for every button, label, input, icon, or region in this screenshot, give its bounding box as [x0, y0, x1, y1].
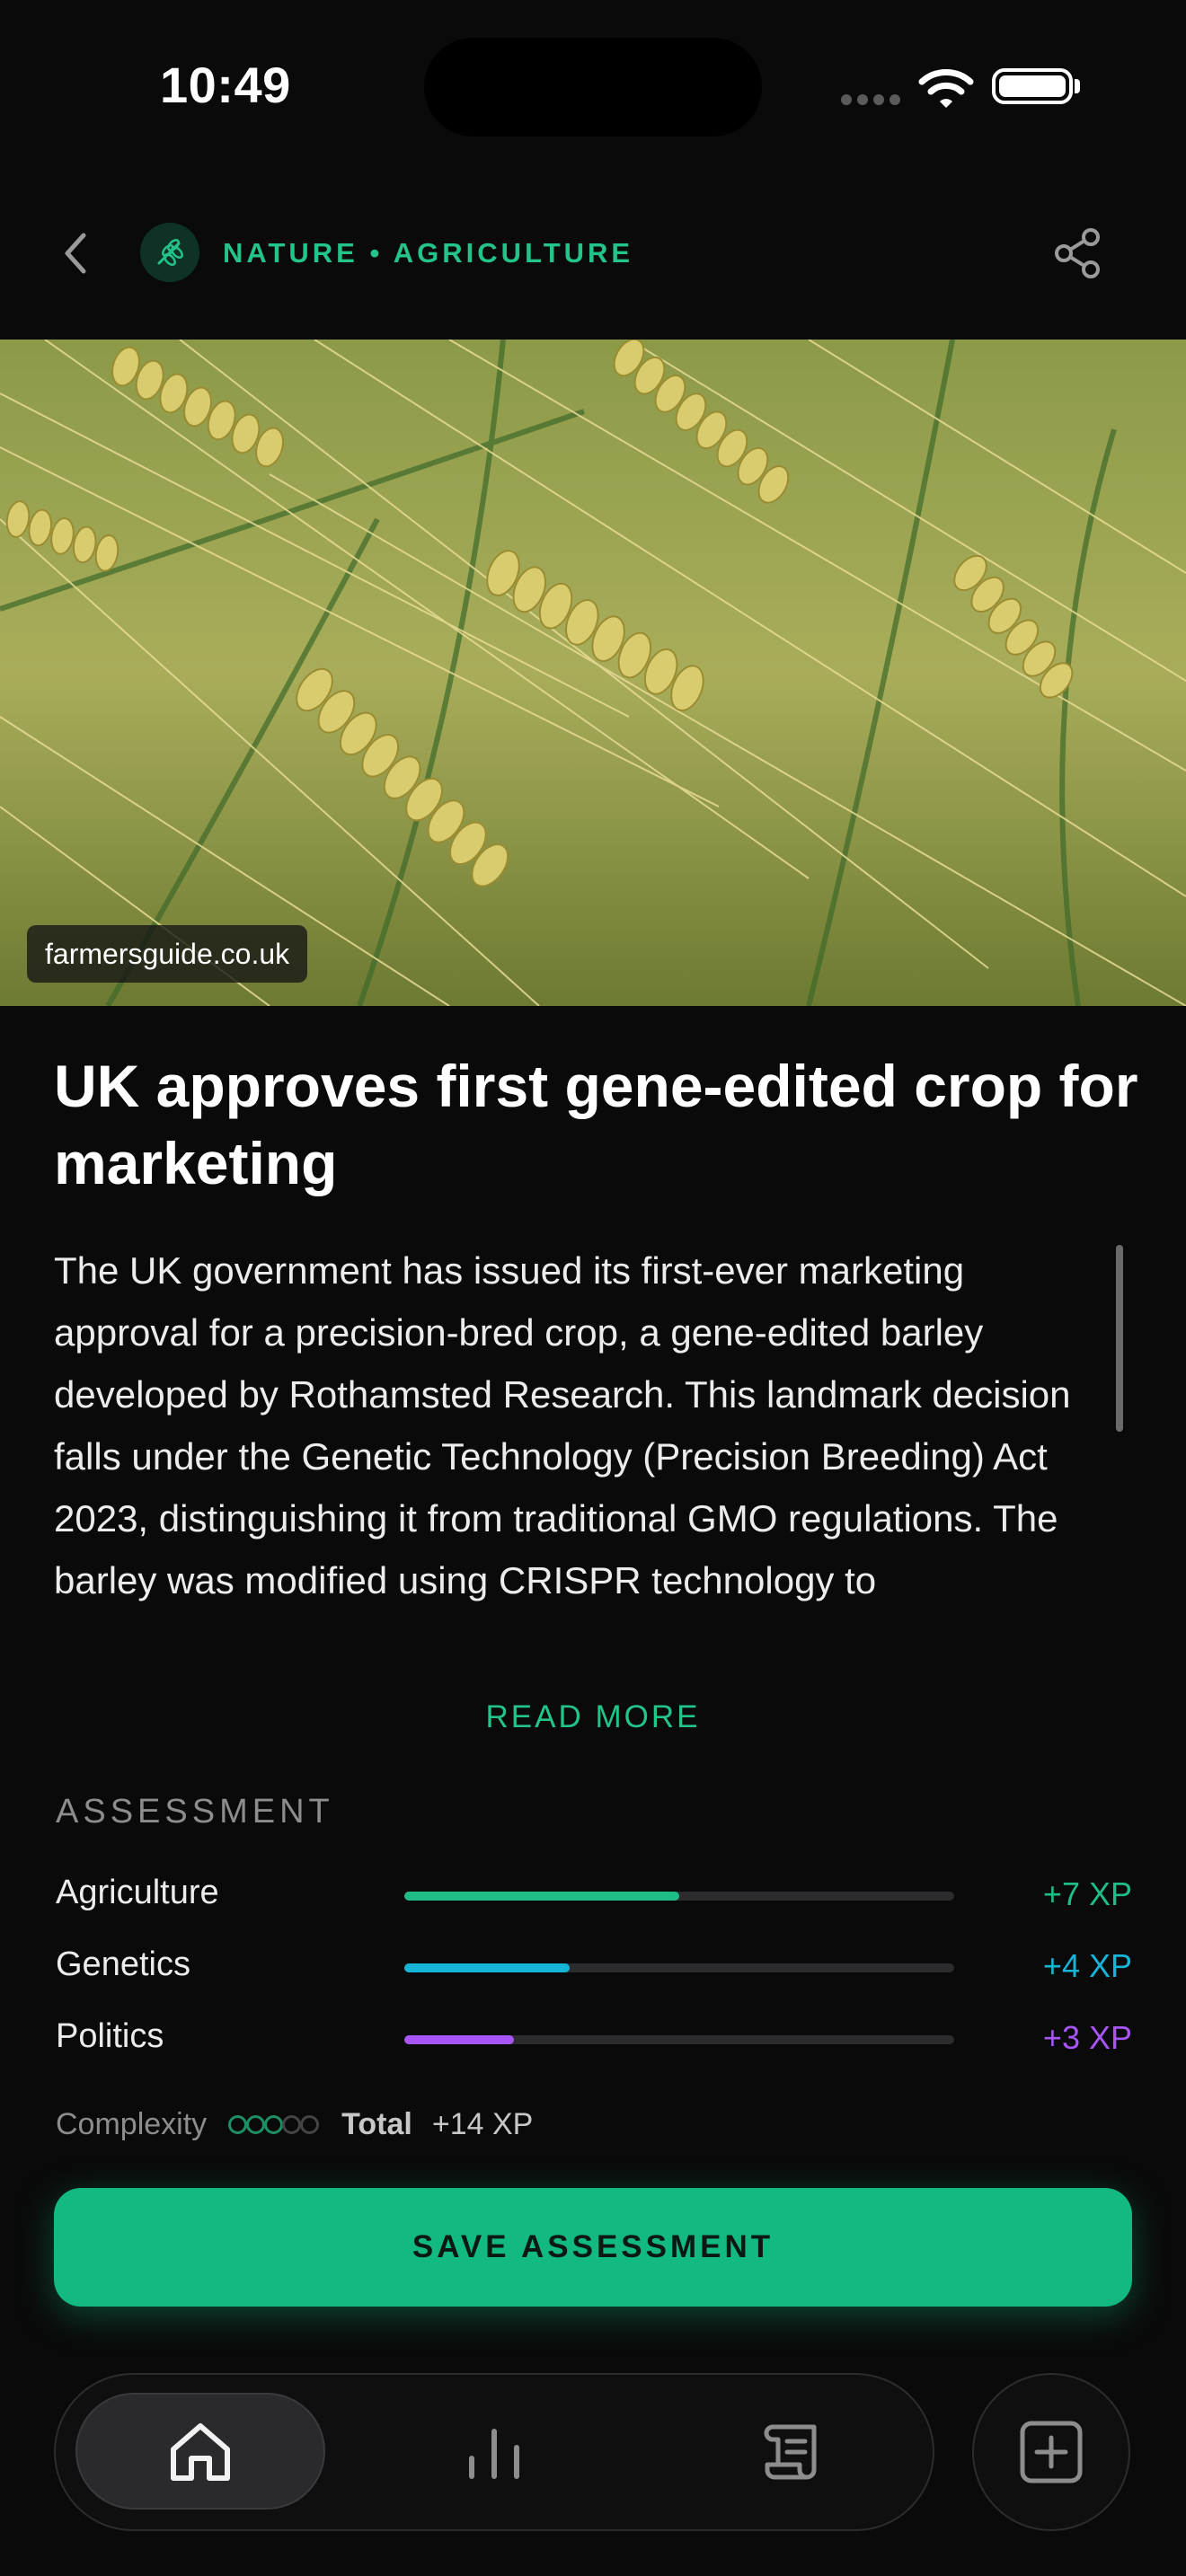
- metric-xp-agriculture: +7 XP: [1042, 1875, 1132, 1912]
- read-more-link[interactable]: READ MORE: [0, 1699, 1186, 1735]
- metric-bar-genetics: [404, 1963, 954, 1972]
- total-label: Total: [341, 2107, 412, 2141]
- article-headline: UK approves first gene-edited crop for m…: [54, 1053, 1138, 1196]
- save-assessment-button[interactable]: SAVE ASSESSMENT: [54, 2188, 1132, 2307]
- complexity-dot: [228, 2115, 248, 2134]
- home-icon: [75, 2393, 325, 2510]
- battery-icon: [992, 68, 1073, 104]
- metric-xp-politics: +3 XP: [1042, 2019, 1132, 2056]
- source-badge[interactable]: farmersguide.co.uk: [27, 925, 308, 983]
- total-value: +14 XP: [431, 2107, 534, 2141]
- chevron-left-icon: [65, 233, 86, 274]
- wheat-icon: [157, 239, 183, 266]
- metric-bar-politics: [404, 2035, 954, 2044]
- share-icon: [1055, 228, 1100, 278]
- tab-log[interactable]: [737, 2411, 845, 2493]
- share-button[interactable]: [1051, 226, 1105, 280]
- back-button[interactable]: [50, 216, 101, 291]
- plus-square-icon: [1020, 2421, 1083, 2483]
- article-body: The UK government has issued its first-e…: [54, 1249, 1071, 1601]
- hero-image: [0, 340, 1186, 1006]
- metric-label-agriculture: Agriculture: [56, 1874, 219, 1911]
- status-time: 10:49: [160, 57, 291, 113]
- metric-label-politics: Politics: [56, 2017, 164, 2055]
- chart-bars-icon: [469, 2429, 519, 2479]
- wifi-icon: [918, 66, 974, 114]
- complexity-dot: [282, 2115, 302, 2134]
- metric-label-genetics: Genetics: [56, 1945, 190, 1983]
- scrollbar[interactable]: [1116, 1245, 1123, 1432]
- complexity-dots: [228, 2115, 320, 2134]
- metric-bar-agriculture: [404, 1892, 954, 1901]
- complexity-dot: [264, 2115, 284, 2134]
- dynamic-island: [424, 38, 762, 137]
- category-label[interactable]: NATURE • AGRICULTURE: [223, 237, 633, 269]
- metric-xp-genetics: +4 XP: [1042, 1947, 1132, 1984]
- complexity-label: Complexity: [56, 2107, 208, 2141]
- complexity-row: Complexity Total +14 XP: [56, 2107, 533, 2142]
- complexity-dot: [300, 2115, 320, 2134]
- scroll-icon: [764, 2424, 817, 2480]
- assessment-title: ASSESSMENT: [56, 1793, 334, 1831]
- complexity-dot: [246, 2115, 266, 2134]
- add-button[interactable]: [972, 2373, 1130, 2531]
- signal-icon: [841, 93, 906, 110]
- category-icon: [140, 223, 199, 282]
- tab-stats[interactable]: [440, 2411, 548, 2493]
